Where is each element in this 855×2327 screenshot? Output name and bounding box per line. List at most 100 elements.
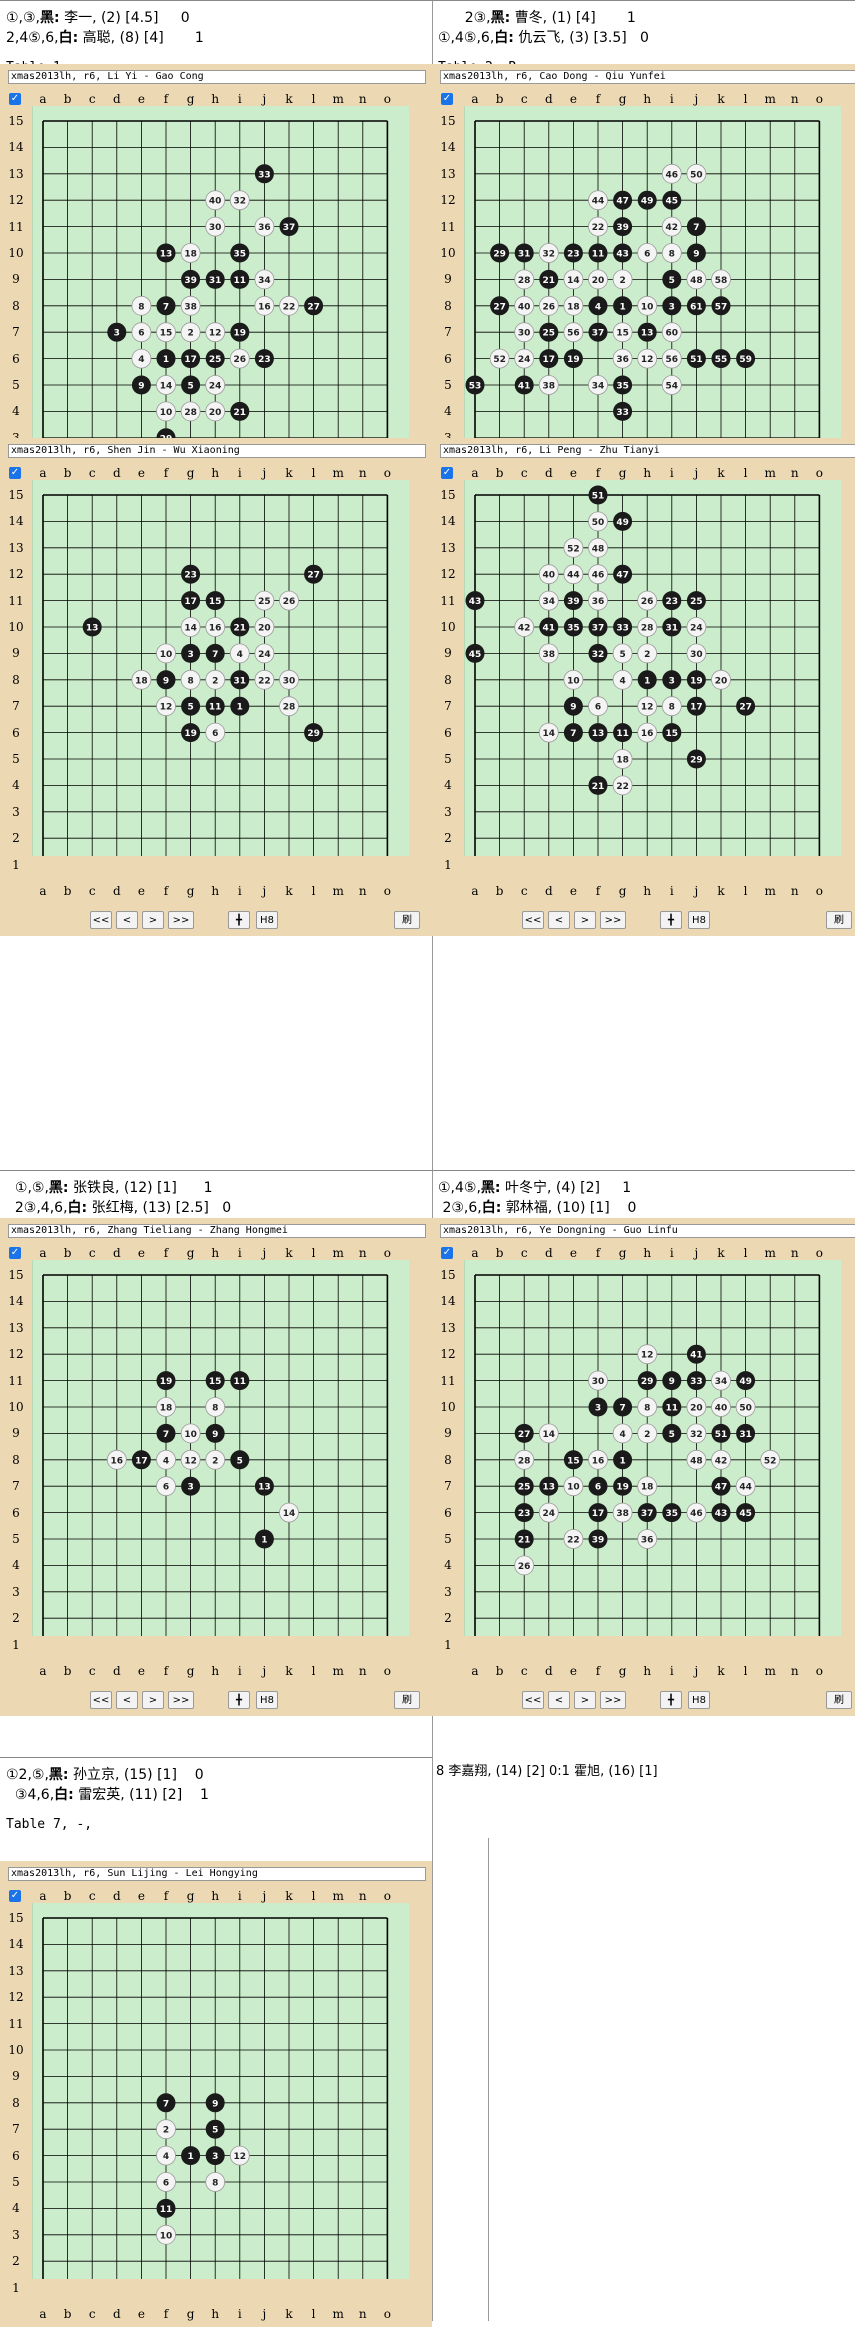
white-stone[interactable]: 46 <box>686 1502 707 1523</box>
white-stone[interactable]: 12 <box>637 348 658 369</box>
first-move-button[interactable]: << <box>522 911 544 929</box>
white-stone[interactable]: 30 <box>514 322 535 343</box>
first-move-button[interactable]: << <box>522 1691 544 1709</box>
white-stone[interactable]: 8 <box>180 669 201 690</box>
black-stone[interactable]: 35 <box>662 1503 682 1523</box>
black-stone[interactable]: 43 <box>465 591 485 611</box>
black-stone[interactable]: 15 <box>205 1371 225 1391</box>
white-stone[interactable]: 20 <box>711 669 731 690</box>
white-stone[interactable]: 10 <box>156 643 176 664</box>
black-stone[interactable]: 23 <box>254 349 274 369</box>
black-stone[interactable]: 7 <box>205 643 225 663</box>
black-stone[interactable]: 21 <box>230 617 250 637</box>
black-stone[interactable]: 23 <box>563 243 583 263</box>
board-grid[interactable]: 5150 4952 4840 44 46 4743 34 39 36 26 23 2542 41 35 37… <box>465 480 841 856</box>
white-stone[interactable]: 56 <box>563 322 584 343</box>
last-move-button[interactable]: >> <box>168 911 194 929</box>
white-stone[interactable]: 26 <box>229 348 250 369</box>
next-move-button[interactable]: > <box>574 911 596 929</box>
black-stone[interactable]: 21 <box>588 775 608 795</box>
white-stone[interactable]: 5 <box>612 643 633 664</box>
white-stone[interactable]: 22 <box>612 775 633 796</box>
black-stone[interactable]: 23 <box>181 564 201 584</box>
black-stone[interactable]: 3 <box>205 2146 225 2166</box>
white-stone[interactable]: 32 <box>538 243 559 263</box>
white-stone[interactable]: 58 <box>711 269 731 290</box>
black-stone[interactable]: 32 <box>588 643 608 663</box>
black-stone[interactable]: 1 <box>637 670 657 690</box>
white-stone[interactable]: 24 <box>538 1502 559 1523</box>
black-stone[interactable]: 7 <box>613 1397 633 1417</box>
black-stone[interactable]: 61 <box>686 296 706 316</box>
white-stone[interactable]: 18 <box>131 669 152 690</box>
white-stone[interactable]: 32 <box>229 190 250 211</box>
white-stone[interactable]: 2 <box>637 643 658 664</box>
white-stone[interactable]: 16 <box>254 295 275 316</box>
first-move-button[interactable]: << <box>90 911 112 929</box>
black-stone[interactable]: 31 <box>230 670 250 690</box>
black-stone[interactable]: 17 <box>686 696 706 716</box>
white-stone[interactable]: 4 <box>156 1449 176 1470</box>
white-stone[interactable]: 40 <box>514 295 535 316</box>
black-stone[interactable]: 51 <box>588 485 608 505</box>
black-stone[interactable]: 25 <box>514 1476 534 1496</box>
black-stone[interactable]: 3 <box>662 670 682 690</box>
black-stone[interactable]: 9 <box>131 375 151 395</box>
white-stone[interactable]: 36 <box>637 1529 658 1549</box>
white-stone[interactable]: 50 <box>735 1397 756 1417</box>
white-stone[interactable]: 8 <box>637 1397 658 1417</box>
white-stone[interactable]: 4 <box>612 669 633 690</box>
black-stone[interactable]: 47 <box>613 564 633 584</box>
white-stone[interactable]: 34 <box>254 269 275 290</box>
black-stone[interactable]: 3 <box>181 643 201 663</box>
black-stone[interactable]: 11 <box>230 269 250 289</box>
white-stone[interactable]: 8 <box>661 243 682 263</box>
white-stone[interactable]: 38 <box>538 375 559 395</box>
refresh-button[interactable]: 刷 <box>826 911 852 929</box>
black-stone[interactable]: 39 <box>563 591 583 611</box>
black-stone[interactable]: 45 <box>465 643 485 663</box>
white-stone[interactable]: 4 <box>612 1423 633 1444</box>
black-stone[interactable]: 7 <box>156 2093 176 2113</box>
white-stone[interactable]: 8 <box>131 295 152 316</box>
last-move-button[interactable]: >> <box>600 1691 626 1709</box>
white-stone[interactable]: 44 <box>588 190 608 211</box>
board-grid[interactable]: 46 5044 47 49 4522 39 42 729 31 32 23 11 43 6 8 928 21 14… <box>465 106 841 482</box>
black-stone[interactable]: 49 <box>736 1371 756 1391</box>
last-move-button[interactable]: >> <box>168 1691 194 1709</box>
white-stone[interactable]: 10 <box>180 1423 201 1444</box>
white-stone[interactable]: 6 <box>156 1476 176 1497</box>
black-stone[interactable]: 19 <box>613 1476 633 1496</box>
white-stone[interactable]: 24 <box>686 617 707 637</box>
white-stone[interactable]: 16 <box>205 617 226 637</box>
white-stone[interactable]: 8 <box>205 1397 226 1417</box>
white-stone[interactable]: 26 <box>637 590 658 611</box>
board-grid[interactable]: 12 4130 29 9 33 34 493 7 8 11 20 40 5027 14 4 2 5 32 51 312… <box>465 1260 841 1636</box>
board-grid[interactable]: 19 15 11 18 8 7 10 9 16 17 4 12 2 5 6 3 13 14 1 <box>33 1260 409 1636</box>
black-stone[interactable]: 39 <box>588 1529 608 1549</box>
white-stone[interactable]: 18 <box>563 295 584 316</box>
white-stone[interactable]: 14 <box>538 722 559 743</box>
white-stone[interactable]: 12 <box>156 696 176 717</box>
black-stone[interactable]: 1 <box>613 1450 633 1470</box>
white-stone[interactable]: 28 <box>279 696 299 717</box>
black-stone[interactable]: 11 <box>588 243 608 263</box>
black-stone[interactable]: 13 <box>156 243 176 263</box>
black-stone[interactable]: 53 <box>465 375 485 395</box>
white-stone[interactable]: 30 <box>279 669 299 690</box>
prev-move-button[interactable]: < <box>548 1691 570 1709</box>
white-stone[interactable]: 36 <box>254 216 275 237</box>
black-stone[interactable]: 13 <box>637 322 657 342</box>
white-stone[interactable]: 46 <box>661 163 682 184</box>
first-move-button[interactable]: << <box>90 1691 112 1709</box>
white-stone[interactable]: 24 <box>514 348 535 369</box>
black-stone[interactable]: 11 <box>205 696 225 716</box>
coordinate-display[interactable]: H8 <box>256 1691 278 1709</box>
white-stone[interactable]: 44 <box>563 564 584 585</box>
black-stone[interactable]: 17 <box>181 349 201 369</box>
black-stone[interactable]: 19 <box>156 1371 176 1391</box>
black-stone[interactable]: 9 <box>156 670 176 690</box>
black-stone[interactable]: 5 <box>662 269 682 289</box>
black-stone[interactable]: 27 <box>304 564 324 584</box>
white-stone[interactable]: 34 <box>711 1370 731 1391</box>
